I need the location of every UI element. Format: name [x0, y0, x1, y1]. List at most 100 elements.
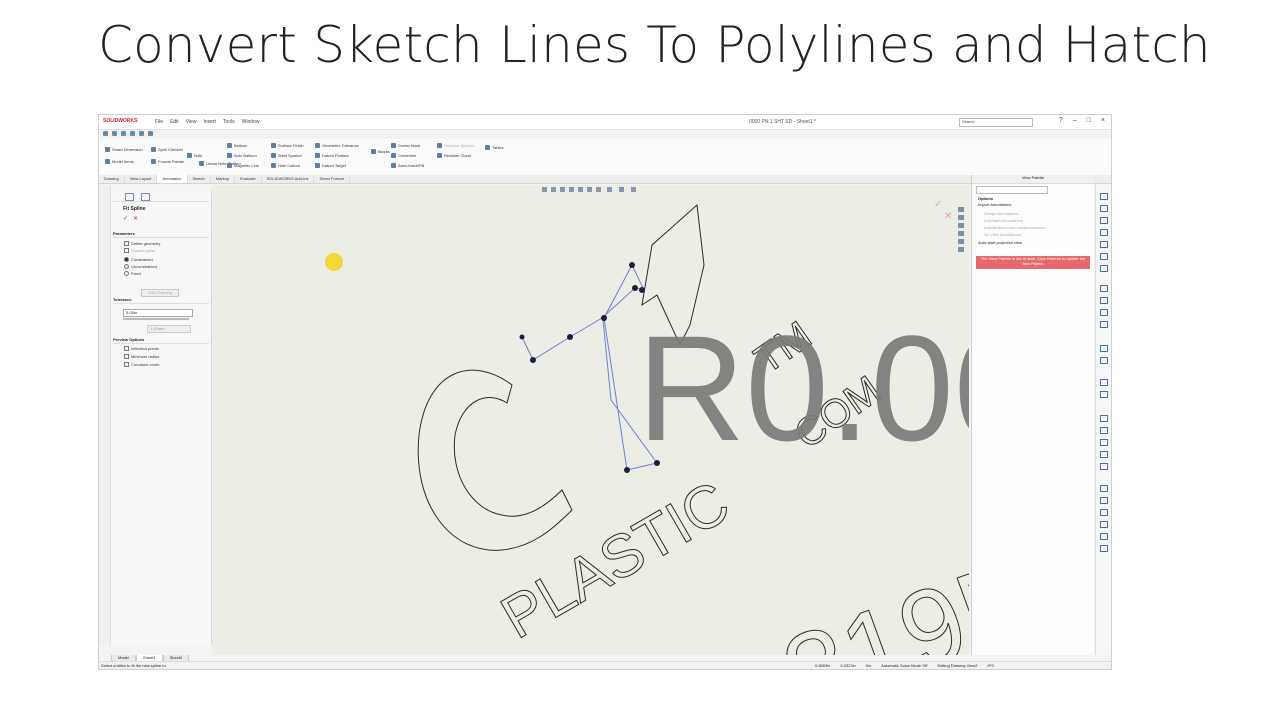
design-annotations-checkbox[interactable]: Design Annotations — [984, 211, 1018, 216]
fillet-icon[interactable] — [1100, 309, 1108, 316]
tab-markup[interactable]: Markup — [211, 175, 236, 183]
centerline-tool-icon[interactable] — [1100, 451, 1108, 458]
tool-datum-feature[interactable]: Datum Feature — [315, 153, 349, 159]
trim-icon[interactable] — [1100, 265, 1108, 272]
rectangle-icon[interactable] — [1100, 205, 1108, 212]
3d-view-annotations-checkbox[interactable]: 3D View Annotations — [984, 232, 1021, 237]
tolerance-slider[interactable] — [123, 318, 189, 320]
tab-view-layout[interactable]: View Layout — [125, 175, 158, 183]
ellipse-icon[interactable] — [1100, 427, 1108, 434]
section-parameters[interactable]: Parameters — [113, 231, 209, 238]
minimum-radius-checkbox[interactable]: Minimum radius — [124, 354, 159, 360]
fixed-radio[interactable]: Fixed — [124, 271, 141, 277]
tool-balloon[interactable]: Balloon — [227, 143, 247, 149]
arc-icon[interactable] — [1100, 229, 1108, 236]
heads-up-toolbar[interactable] — [542, 187, 636, 192]
tool-format-painter[interactable]: Format Painter — [151, 159, 184, 165]
feature-tree-icon[interactable] — [141, 193, 150, 201]
circle-icon[interactable] — [1100, 217, 1108, 224]
line-icon[interactable] — [1100, 193, 1108, 200]
tool-model-items[interactable]: Model Items — [105, 159, 134, 165]
menu-insert[interactable]: Insert — [203, 119, 216, 125]
menu-edit[interactable]: Edit — [170, 119, 179, 125]
construction-icon[interactable] — [1100, 463, 1108, 470]
search-input[interactable]: Search — [959, 118, 1033, 127]
inflection-points-checkbox[interactable]: Inflection points — [124, 346, 159, 352]
menu-tools[interactable]: Tools — [223, 119, 235, 125]
tool-datum-target[interactable]: Datum Target — [315, 163, 346, 169]
tool-smart-dimension[interactable]: Smart Dimension — [105, 147, 143, 153]
tool-revision-cloud[interactable]: Revision Cloud — [437, 153, 471, 159]
tool-magnetic-line[interactable]: Magnetic Line — [227, 163, 259, 169]
tool-surface-finish[interactable]: Surface Finish — [271, 143, 304, 149]
section-tolerance[interactable]: Tolerance — [113, 297, 209, 304]
help-icon[interactable]: ? — [1059, 117, 1063, 124]
redo-icon[interactable] — [148, 131, 153, 136]
menu-file[interactable]: File — [155, 119, 163, 125]
new-icon[interactable] — [103, 131, 108, 136]
include-hidden-checkbox[interactable]: Include items from hidden features — [984, 225, 1045, 230]
status-units[interactable]: IPS — [987, 663, 993, 668]
text-icon[interactable] — [1100, 379, 1108, 386]
constrained-radio[interactable]: Constrained — [124, 257, 153, 263]
property-manager-icon[interactable] — [125, 193, 134, 201]
tab-addins[interactable]: SOLIDWORKS Add-Ins — [262, 175, 315, 183]
tool-blocks[interactable]: Blocks — [371, 149, 390, 155]
tool-hole-callout[interactable]: Hole Callout — [271, 163, 300, 169]
view-palette-dropdown[interactable] — [976, 186, 1048, 194]
closed-spline-checkbox[interactable]: Closed spline — [124, 248, 155, 254]
ok-icon[interactable]: ✓ — [123, 215, 128, 222]
spline-icon[interactable] — [1100, 241, 1108, 248]
scale-icon[interactable] — [1100, 521, 1108, 528]
tool-weld-symbol[interactable]: Weld Symbol — [271, 153, 302, 159]
minimize-button[interactable]: – — [1073, 117, 1077, 124]
mirror-icon[interactable] — [1100, 285, 1108, 292]
auto-start-checkbox[interactable]: Auto-start projected view — [978, 240, 1022, 245]
drawing-view[interactable]: PLASTIC TM COM 319N R0.00 ✓ ✕ — [212, 185, 969, 655]
tool-area-hatch[interactable]: Area Hatch/Fill — [391, 163, 424, 169]
open-icon[interactable] — [112, 131, 117, 136]
graphics-area[interactable]: PLASTIC TM COM 319N R0.00 ✓ ✕ — [212, 185, 969, 655]
tool-revision-symbol[interactable]: Revision Symbol — [437, 143, 474, 149]
refresh-warning[interactable]: The View Palette is out of date. Click R… — [976, 256, 1090, 269]
view-tools[interactable] — [958, 207, 964, 252]
tool-note[interactable]: Note — [187, 153, 202, 159]
print-icon[interactable] — [130, 131, 135, 136]
confirmation-corner[interactable]: ✓ ✕ — [934, 199, 952, 222]
tool-centerline[interactable]: Centerline — [391, 153, 416, 159]
pattern-tool-icon[interactable] — [1100, 485, 1108, 492]
edit-chaining-button[interactable]: Edit Chaining — [141, 289, 179, 297]
delete-geometry-checkbox[interactable]: Delete geometry — [124, 241, 160, 247]
close-button[interactable]: × — [1101, 117, 1105, 124]
stretch-icon[interactable] — [1100, 545, 1108, 552]
unconstrained-radio[interactable]: Unconstrained — [124, 264, 157, 270]
tolerance-input[interactable]: 0.03in — [123, 309, 193, 317]
tab-drawing[interactable]: Drawing — [99, 175, 125, 183]
move-icon[interactable] — [1100, 497, 1108, 504]
polygon-icon[interactable] — [1100, 415, 1108, 422]
tool-spell-checker[interactable]: Spell Checker — [151, 147, 183, 153]
relation-icon[interactable] — [1100, 357, 1108, 364]
tab-evaluate[interactable]: Evaluate — [235, 175, 262, 183]
slot-icon[interactable] — [1100, 391, 1108, 398]
chamfer-icon[interactable] — [1100, 321, 1108, 328]
undo-icon[interactable] — [139, 131, 144, 136]
offset-icon[interactable] — [1100, 297, 1108, 304]
tolerance-secondary-input[interactable]: 1.00mm — [147, 325, 191, 333]
tab-sheet-format[interactable]: Sheet Format — [314, 175, 350, 183]
menu-view[interactable]: View — [186, 119, 197, 125]
copy-icon[interactable] — [1100, 533, 1108, 540]
point-icon[interactable] — [1100, 253, 1108, 260]
maximize-button[interactable]: □ — [1087, 117, 1091, 124]
tool-center-mark[interactable]: Center Mark — [391, 143, 420, 149]
tab-sketch[interactable]: Sketch — [188, 175, 211, 183]
cancel-icon[interactable]: ✕ — [133, 215, 138, 222]
tool-auto-balloon[interactable]: Auto Balloon — [227, 153, 257, 159]
curvature-comb-checkbox[interactable]: Curvature comb — [124, 362, 159, 368]
dimxpert-annotations-checkbox[interactable]: DimXpert Annotations — [984, 218, 1023, 223]
menu-window[interactable]: Window — [242, 119, 260, 125]
rotate-icon[interactable] — [1100, 509, 1108, 516]
parabola-icon[interactable] — [1100, 439, 1108, 446]
dimension-icon[interactable] — [1100, 345, 1108, 352]
tool-tables[interactable]: Tables — [485, 145, 504, 151]
